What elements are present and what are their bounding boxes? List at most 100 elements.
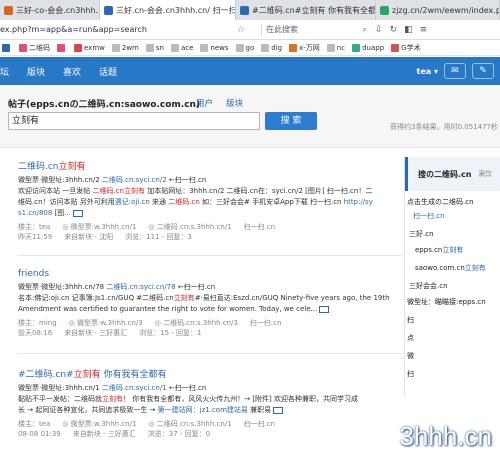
folder-icon bbox=[145, 43, 154, 52]
heart-icon bbox=[57, 43, 65, 52]
bookmark-item[interactable]: nc bbox=[326, 43, 345, 52]
sidebar-item[interactable]: 点击生成の二维码.cn bbox=[407, 197, 474, 207]
search-header: 帖子(epps.cnの二维码.cn:saowo.com.cn) 用户 版块 立刻… bbox=[0, 85, 500, 148]
bookmark-item[interactable]: x-万网 bbox=[289, 43, 320, 53]
search-input[interactable]: 立刻有 bbox=[8, 112, 260, 130]
result-link[interactable]: 遇记:oji.cn bbox=[115, 198, 150, 206]
result-link[interactable]: 二维码.cn:syci.cn/78 bbox=[106, 283, 175, 291]
sidebar-item[interactable]: epps.cn立刻有 bbox=[415, 245, 463, 255]
nav-user-menu[interactable]: tea ▾ bbox=[417, 67, 438, 76]
sidebar-item[interactable]: 扫 bbox=[407, 315, 414, 325]
result-item: #二维码.cn#立刻有 你有我有全都有 微型票·微型址:3hhh.cn/1 二维… bbox=[18, 367, 402, 439]
sidebar-item[interactable]: 三好会会.cn bbox=[409, 281, 448, 291]
tab-favicon-icon bbox=[104, 5, 113, 15]
heart-icon bbox=[391, 43, 400, 52]
folder-icon bbox=[261, 43, 270, 52]
image-icon[interactable] bbox=[273, 406, 284, 414]
search-scope-boards-link[interactable]: 版块 bbox=[226, 97, 243, 109]
bookmark-item[interactable]: news bbox=[200, 43, 229, 52]
address-bar: ex.php?m=app&a=run&app=search ☆ 在此搜索 ⌕ ⇩… bbox=[0, 20, 500, 40]
sidebar-item[interactable]: saowo.com.cn立刻有 bbox=[415, 263, 486, 273]
search-icon[interactable]: ⌕ bbox=[363, 25, 367, 35]
right-sidebar: 搜の二维码.cn 满饮 点击生成の二维码.cn 扫一扫.cn 三好.cn epp… bbox=[404, 157, 500, 397]
sidebar-subtitle: 满饮 bbox=[478, 170, 492, 178]
sidebar-item[interactable]: 微 bbox=[407, 351, 414, 361]
edit-icon[interactable]: ✎ bbox=[472, 63, 494, 79]
tab-favicon-icon bbox=[4, 5, 13, 15]
search-placeholder: 在此搜索 bbox=[266, 25, 299, 34]
result-item: 二维码.cn立刻有 微型票·微型址:3hhh.cn/2 二维码.cn:syci.… bbox=[18, 159, 402, 242]
bookmark-item[interactable]: G学术 bbox=[391, 43, 421, 53]
search-results: 二维码.cn立刻有 微型票·微型址:3hhh.cn/2 二维码.cn:syci.… bbox=[0, 149, 404, 452]
sidebar-title: 搜の二维码.cn bbox=[418, 170, 472, 179]
nav-item-likes[interactable]: 喜欢 bbox=[63, 65, 81, 78]
result-link[interactable]: http://sy bbox=[344, 198, 373, 206]
browser-tab[interactable]: #二维码.cn#立刻有 你有我有全都有 bbox=[236, 0, 376, 20]
nav-item-boards[interactable]: 版块 bbox=[27, 65, 45, 78]
folder-icon bbox=[200, 43, 209, 52]
history-icon[interactable]: ↻ bbox=[390, 25, 398, 35]
tab-label: #二维码.cn#立刻有 你有我有全都有 bbox=[252, 5, 376, 15]
sidebar-item[interactable]: 微型址：瞄瞄接:epps.cn bbox=[407, 297, 486, 307]
result-link[interactable]: s1.cn/808 bbox=[18, 209, 52, 217]
bookmark-item[interactable]: sn bbox=[145, 43, 164, 52]
result-meta: 楼主：tea ◎ 微型票:w.3hhh.cn/1 ◎ 二维码.cn:s.3hhh.c… bbox=[18, 223, 276, 241]
search-result-stats: 获得约3条结果，用时0.051477秒 bbox=[390, 123, 498, 131]
sidebar-item[interactable]: 扫一扫.cn bbox=[413, 211, 445, 221]
result-body: 微型票·微型址:3hhh.cn/1 二维码.cn:syci.cn/1 ←扫一扫.… bbox=[18, 384, 359, 414]
folder-icon bbox=[111, 43, 120, 52]
menu-icon[interactable]: ≡ bbox=[420, 25, 428, 35]
result-body: 微型票·微型址:3hhh.cn/2 二维码.cn:syci.cn/2 ←扫一扫.… bbox=[18, 176, 373, 217]
bookmark-item[interactable]: go bbox=[235, 43, 254, 52]
bookmark-star-icon[interactable]: ☆ bbox=[237, 25, 245, 35]
search-scope-title: 帖子(epps.cnの二维码.cn:saowo.com.cn) bbox=[8, 100, 201, 110]
bookmark-item[interactable]: ace bbox=[170, 43, 193, 52]
nav-item-topics[interactable]: 话题 bbox=[99, 65, 117, 78]
heart-icon bbox=[19, 43, 27, 52]
tab-favicon-icon bbox=[240, 5, 249, 15]
folder-icon bbox=[74, 43, 82, 52]
result-link[interactable]: 第一建站网：jz1.com建站易 bbox=[158, 406, 248, 414]
folder-icon bbox=[326, 43, 335, 52]
download-icon[interactable]: ⇩ bbox=[375, 25, 383, 35]
result-item: friends 微型票·微型址:3hhh.cn/78 二维码.cn:syci.c… bbox=[18, 269, 402, 338]
bookmark-icon bbox=[2, 43, 10, 52]
result-link[interactable]: 二维码.cn:syci.cn/1 bbox=[102, 384, 167, 392]
bookmark-item[interactable]: exmw bbox=[74, 43, 105, 52]
folder-icon bbox=[170, 43, 179, 52]
bookmark-item[interactable]: 二维码 bbox=[19, 43, 50, 53]
sidebar-header: 搜の二维码.cn 满饮 bbox=[405, 157, 500, 191]
browser-tab-active[interactable]: 三好.cn-会会.cn3hhh.cn/ 扫一扫.cn ✕ bbox=[100, 0, 236, 20]
divider bbox=[18, 353, 402, 354]
bookmark-item[interactable]: duapp bbox=[352, 43, 384, 52]
search-scope-users-link[interactable]: 用户 bbox=[196, 97, 213, 109]
sidebar-item[interactable]: 扫 bbox=[407, 369, 414, 379]
result-title-link[interactable]: friends bbox=[18, 269, 402, 279]
bookmark-item[interactable] bbox=[2, 43, 12, 52]
bookmarks-bar: 二维码 exmw 2wm sn ace news go dig x-万网 nc … bbox=[0, 40, 500, 56]
result-link[interactable]: 二维码.cn:syci.cn/2 bbox=[102, 176, 167, 184]
extension-icon[interactable]: ◧ bbox=[404, 25, 413, 35]
bookmark-item[interactable] bbox=[57, 43, 67, 52]
image-icon[interactable] bbox=[319, 305, 330, 313]
browser-tab[interactable]: 三好-co-会会.cn3hhh... bbox=[0, 0, 100, 20]
url-field[interactable]: ex.php?m=app&a=run&app=search bbox=[0, 25, 147, 34]
image-icon[interactable] bbox=[72, 209, 83, 217]
result-title-link[interactable]: #二维码.cn#立刻有 你有我有全都有 bbox=[18, 367, 402, 380]
browser-tab-bar: 三好-co-会会.cn3hhh... 三好.cn-会会.cn3hhh.cn/ 扫… bbox=[0, 0, 500, 20]
bookmark-item[interactable]: 2wm bbox=[111, 43, 139, 52]
bookmark-icon bbox=[352, 43, 361, 52]
divider bbox=[18, 255, 402, 256]
bookmark-item[interactable]: dig bbox=[261, 43, 282, 52]
tab-favicon-icon bbox=[380, 5, 389, 15]
sidebar-item[interactable]: 三好.cn bbox=[409, 229, 434, 239]
browser-tab[interactable]: zjzg.cn/2wm/eewm/index.php/... bbox=[376, 0, 500, 20]
result-title-link[interactable]: 二维码.cn立刻有 bbox=[18, 159, 402, 172]
mail-icon[interactable]: ✉ bbox=[444, 63, 466, 79]
sidebar-item[interactable]: 点 bbox=[407, 333, 414, 343]
result-body: 微型票·微型址:3hhh.cn/78 二维码.cn:syci.cn/78 ←扫一… bbox=[18, 283, 390, 313]
nav-item-forum[interactable]: 坛 bbox=[0, 65, 9, 78]
browser-search-box[interactable]: 在此搜索 ⌕ bbox=[261, 22, 371, 37]
tab-label: 三好-co-会会.cn3hhh... bbox=[16, 5, 100, 15]
search-button[interactable]: 搜 索 bbox=[265, 112, 317, 130]
